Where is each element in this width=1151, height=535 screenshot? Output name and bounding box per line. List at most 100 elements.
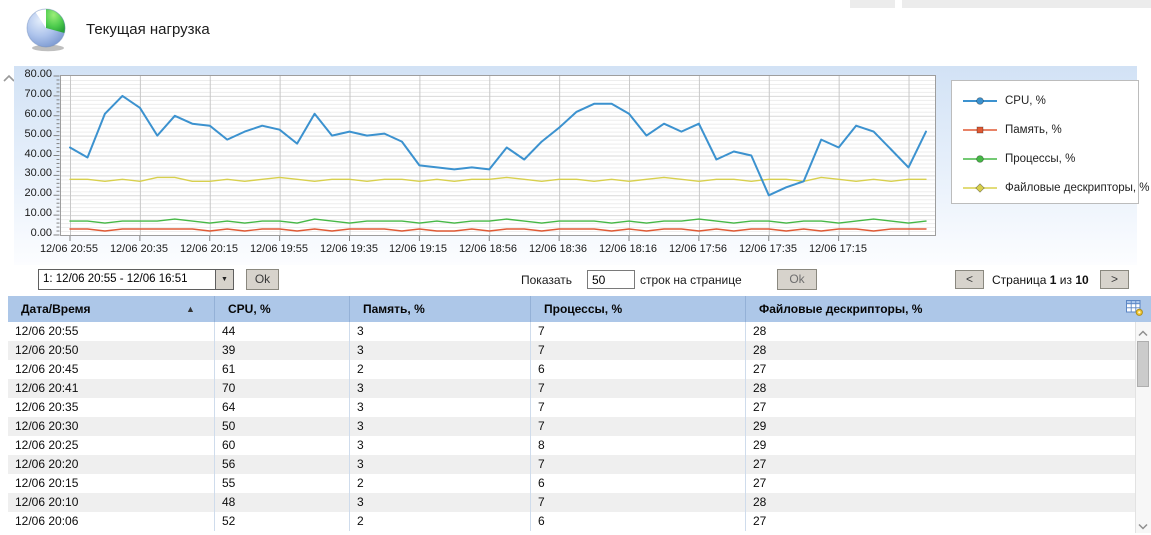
top-strip xyxy=(902,0,1151,8)
column-header-2[interactable]: CPU, % xyxy=(214,296,349,322)
scroll-up-icon[interactable] xyxy=(1135,324,1151,338)
table-cell: 3 xyxy=(349,417,530,436)
table-cell: 3 xyxy=(349,436,530,455)
table-cell: 27 xyxy=(745,474,1135,493)
table-cell: 3 xyxy=(349,379,530,398)
table-cell: 12/06 20:15 xyxy=(8,474,214,493)
legend-label: CPU, % xyxy=(1005,95,1046,107)
table-cell: 8 xyxy=(530,436,745,455)
load-chart-series xyxy=(61,76,935,235)
dropdown-arrow-icon[interactable]: ▼ xyxy=(215,270,233,289)
table-cell: 56 xyxy=(214,455,349,474)
table-cell: 12/06 20:30 xyxy=(8,417,214,436)
scrollbar-thumb[interactable] xyxy=(1137,341,1149,387)
legend-item: CPU, % xyxy=(952,86,1138,115)
legend-label: Процессы, % xyxy=(1005,153,1075,165)
table-cell: 27 xyxy=(745,455,1135,474)
date-range-select[interactable]: 1: 12/06 20:55 - 12/06 16:51 ▼ xyxy=(38,269,234,290)
table-cell: 28 xyxy=(745,493,1135,512)
legend-marker-icon xyxy=(963,154,997,164)
table-cell: 3 xyxy=(349,398,530,417)
table-cell: 7 xyxy=(530,455,745,474)
total-pages: 10 xyxy=(1075,273,1088,287)
table-cell: 2 xyxy=(349,360,530,379)
rows-ok-button[interactable]: Ok xyxy=(777,269,817,290)
table-row: 12/06 20:35643727 xyxy=(8,398,1135,417)
table-cell: 7 xyxy=(530,493,745,512)
table-cell: 39 xyxy=(214,341,349,360)
table-cell: 6 xyxy=(530,474,745,493)
table-cell: 28 xyxy=(745,341,1135,360)
table-cell: 48 xyxy=(214,493,349,512)
top-strip xyxy=(850,0,895,8)
table-row: 12/06 20:15552627 xyxy=(8,474,1135,493)
page-word: Страница xyxy=(992,273,1046,287)
sort-asc-icon[interactable]: ▲ xyxy=(186,296,195,322)
show-label: Показать xyxy=(521,273,572,287)
table-cell: 70 xyxy=(214,379,349,398)
chart-legend: CPU, % Память, % Процессы, % Файловые дескр… xyxy=(951,80,1139,204)
table-cell: 27 xyxy=(745,512,1135,531)
column-header-5[interactable]: Файловые дескрипторы, % xyxy=(745,296,1151,322)
scroll-down-icon[interactable] xyxy=(1135,517,1151,531)
table-cell: 28 xyxy=(745,379,1135,398)
table-cell: 2 xyxy=(349,512,530,531)
table-cell: 6 xyxy=(530,512,745,531)
table-row: 12/06 20:25603829 xyxy=(8,436,1135,455)
prev-page-button[interactable]: < xyxy=(955,270,984,289)
table-cell: 2 xyxy=(349,474,530,493)
table-cell: 12/06 20:45 xyxy=(8,360,214,379)
table-cell: 28 xyxy=(745,322,1135,341)
x-axis-label: 12/06 17:15 xyxy=(793,243,883,255)
table-cell: 29 xyxy=(745,436,1135,455)
legend-marker-icon xyxy=(963,96,997,106)
table-cell: 12/06 20:25 xyxy=(8,436,214,455)
legend-marker-icon xyxy=(963,183,997,193)
legend-label: Файловые дескрипторы, % xyxy=(1005,182,1150,194)
table-row: 12/06 20:45612627 xyxy=(8,360,1135,379)
legend-item: Файловые дескрипторы, % xyxy=(952,173,1138,202)
series-line-Память, % xyxy=(70,229,926,231)
table-cell: 12/06 20:06 xyxy=(8,512,214,531)
column-header-4[interactable]: Процессы, % xyxy=(530,296,745,322)
table-row: 12/06 20:30503729 xyxy=(8,417,1135,436)
y-axis-label: 20.00 xyxy=(6,187,52,199)
table-cell: 3 xyxy=(349,455,530,474)
legend-item: Память, % xyxy=(952,115,1138,144)
table-cell: 44 xyxy=(214,322,349,341)
column-header-label: Файловые дескрипторы, % xyxy=(759,302,922,316)
pie-chart-icon xyxy=(24,5,70,52)
table-row: 12/06 20:50393728 xyxy=(8,341,1135,360)
y-axis-ticks xyxy=(53,75,60,236)
table-cell: 3 xyxy=(349,322,530,341)
rows-suffix-label: строк на странице xyxy=(640,273,742,287)
y-axis-label: 40.00 xyxy=(6,148,52,160)
grid-settings-icon[interactable] xyxy=(1126,300,1143,321)
table-cell: 52 xyxy=(214,512,349,531)
table-cell: 55 xyxy=(214,474,349,493)
date-range-value: 1: 12/06 20:55 - 12/06 16:51 xyxy=(43,273,188,285)
load-chart-plot xyxy=(60,75,936,236)
legend-marker-icon xyxy=(963,125,997,135)
column-header-3[interactable]: Память, % xyxy=(349,296,530,322)
rows-per-page-input[interactable] xyxy=(587,270,635,289)
table-body: 12/06 20:5544372812/06 20:5039372812/06 … xyxy=(8,322,1135,531)
table-cell: 6 xyxy=(530,360,745,379)
column-header-label: Память, % xyxy=(363,302,425,316)
current-page: 1 xyxy=(1050,273,1057,287)
column-header-1[interactable]: Дата/Время▲ xyxy=(8,296,214,322)
next-page-button[interactable]: > xyxy=(1100,270,1129,289)
y-axis-label: 60.00 xyxy=(6,108,52,120)
table-cell: 3 xyxy=(349,341,530,360)
y-axis-label: 0.00 xyxy=(6,227,52,239)
legend-item: Процессы, % xyxy=(952,144,1138,173)
range-ok-button[interactable]: Ok xyxy=(246,269,279,290)
table-row: 12/06 20:41703728 xyxy=(8,379,1135,398)
table-cell: 7 xyxy=(530,341,745,360)
table-cell: 7 xyxy=(530,322,745,341)
y-axis-label: 50.00 xyxy=(6,128,52,140)
table-cell: 12/06 20:41 xyxy=(8,379,214,398)
table-cell: 50 xyxy=(214,417,349,436)
column-header-label: CPU, % xyxy=(228,302,271,316)
column-header-label: Процессы, % xyxy=(544,302,622,316)
